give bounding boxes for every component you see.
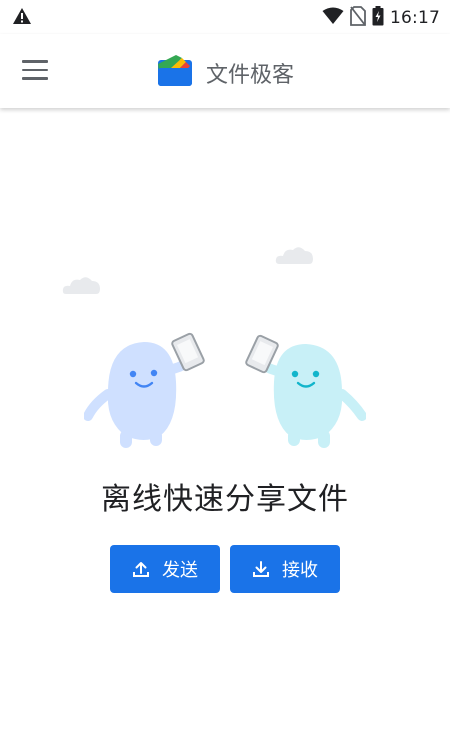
app-title: 文件极客 bbox=[206, 63, 295, 88]
receive-button-label: 接收 bbox=[282, 560, 318, 581]
wifi-icon bbox=[322, 7, 344, 29]
main-content: 离线快速分享文件 发送 接收 bbox=[0, 110, 450, 730]
cloud-illustration bbox=[62, 277, 100, 294]
no-sim-icon bbox=[350, 6, 366, 30]
download-icon bbox=[252, 560, 270, 578]
hamburger-menu-icon[interactable] bbox=[22, 60, 48, 82]
warning-icon bbox=[12, 7, 32, 29]
sender-character-illustration bbox=[84, 332, 205, 448]
receiver-character-illustration bbox=[245, 334, 366, 448]
send-button-label: 发送 bbox=[162, 560, 198, 581]
status-time: 16:17 bbox=[390, 8, 440, 28]
send-button[interactable]: 发送 bbox=[110, 545, 220, 593]
upload-icon bbox=[132, 560, 150, 578]
page-headline: 离线快速分享文件 bbox=[101, 482, 349, 517]
battery-charging-icon bbox=[372, 6, 384, 30]
app-title-group: 文件极客 bbox=[156, 54, 294, 92]
cloud-illustration bbox=[275, 247, 313, 264]
app-bar: 文件极客 bbox=[0, 34, 450, 108]
files-logo-icon bbox=[156, 54, 194, 92]
status-bar: 16:17 bbox=[0, 0, 450, 34]
receive-button[interactable]: 接收 bbox=[230, 545, 340, 593]
